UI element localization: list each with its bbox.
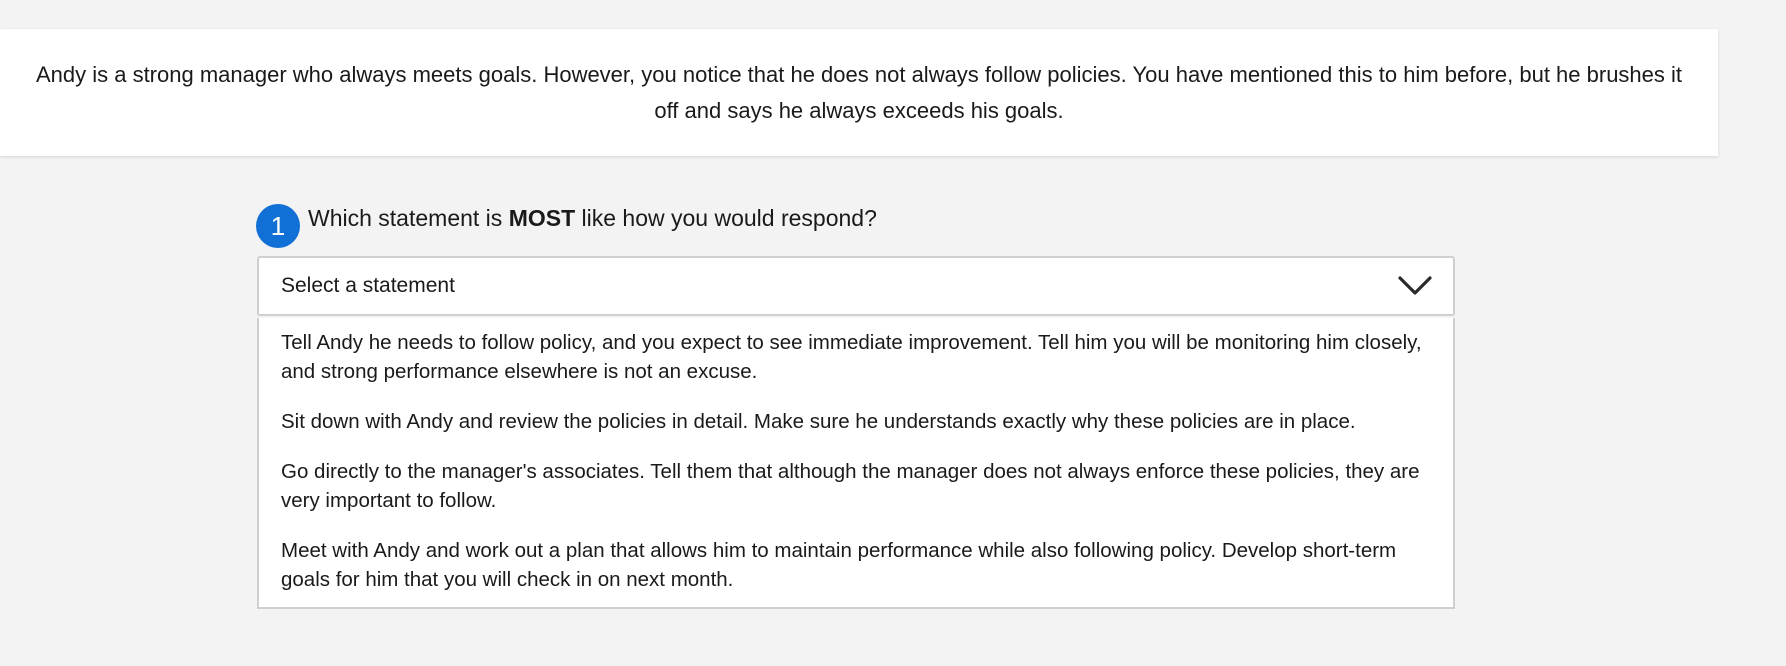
select-placeholder: Select a statement bbox=[281, 274, 455, 297]
statement-option-1[interactable]: Tell Andy he needs to follow policy, and… bbox=[281, 328, 1431, 386]
statement-options-list: Tell Andy he needs to follow policy, and… bbox=[257, 318, 1455, 609]
question-prompt: Which statement is MOST like how you wou… bbox=[308, 204, 877, 232]
scenario-card: Andy is a strong manager who always meet… bbox=[0, 29, 1718, 156]
statement-option-2[interactable]: Sit down with Andy and review the polici… bbox=[281, 407, 1431, 436]
question-emphasis: MOST bbox=[508, 205, 576, 231]
statement-option-4[interactable]: Meet with Andy and work out a plan that … bbox=[281, 536, 1431, 594]
statement-option-3[interactable]: Go directly to the manager's associates.… bbox=[281, 457, 1431, 515]
question-row: 1 Which statement is MOST like how you w… bbox=[256, 204, 877, 248]
statement-select[interactable]: Select a statement bbox=[257, 256, 1455, 316]
scenario-text: Andy is a strong manager who always meet… bbox=[35, 61, 1683, 123]
question-suffix: like how you would respond? bbox=[575, 205, 877, 231]
question-number-badge: 1 bbox=[256, 204, 300, 248]
chevron-down-icon[interactable] bbox=[1397, 275, 1433, 297]
question-prefix: Which statement is bbox=[308, 205, 509, 231]
